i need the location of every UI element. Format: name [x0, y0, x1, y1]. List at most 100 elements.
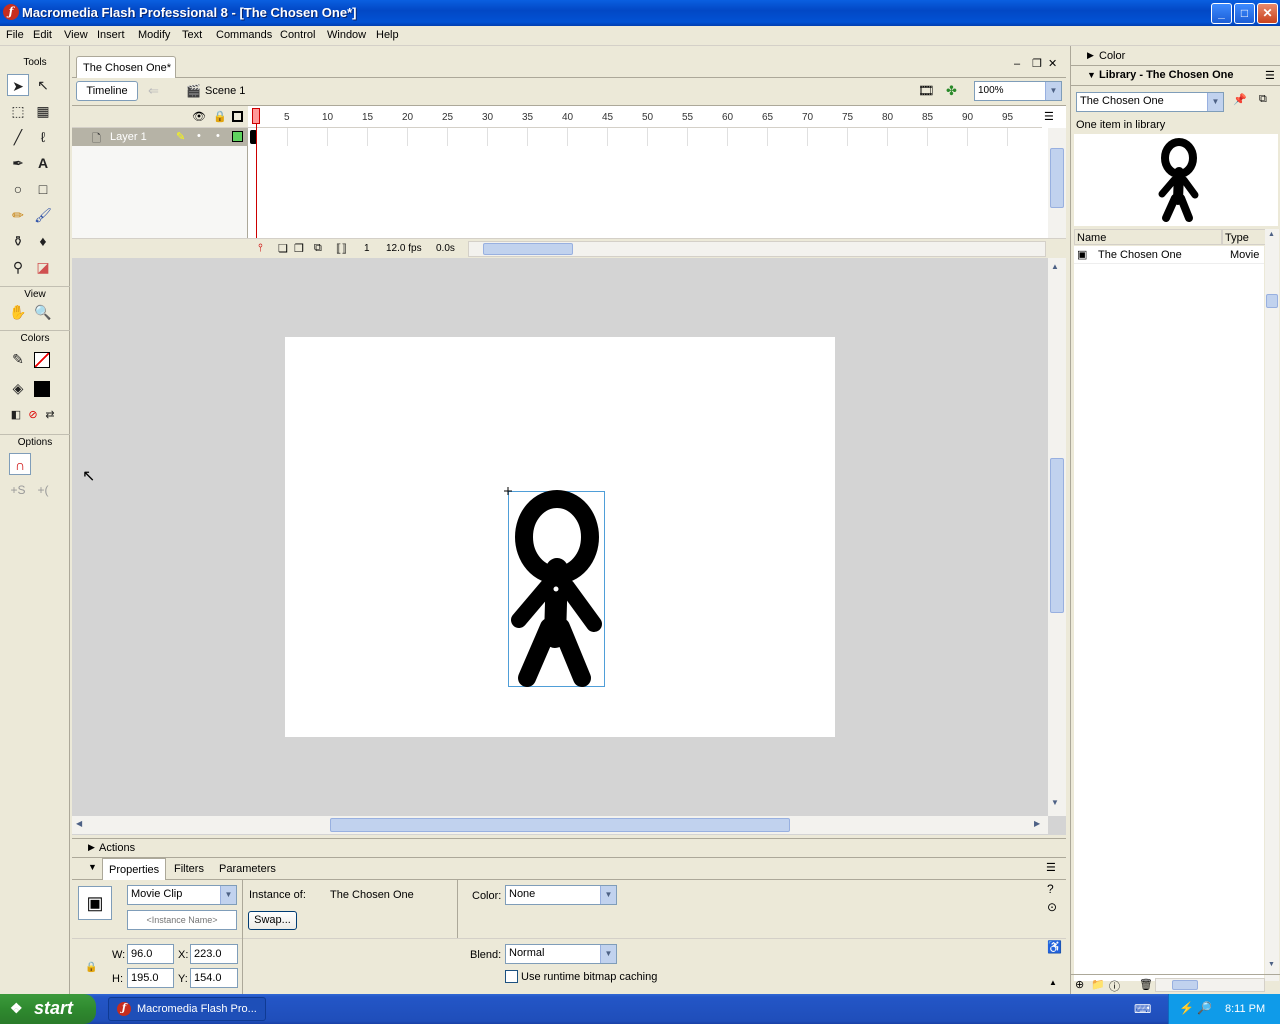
pencil-tool-icon[interactable]: ✏ [7, 204, 29, 226]
new-folder-icon[interactable]: 📁 [1091, 978, 1105, 991]
tab-properties[interactable]: Properties [102, 858, 167, 880]
keyboard-icon[interactable]: ⌨ [1134, 1002, 1151, 1016]
library-hscrollbar[interactable] [1155, 978, 1265, 992]
onion-outline-icon[interactable]: ❐ [294, 242, 304, 255]
menu-view[interactable]: View [64, 29, 88, 41]
timeline-hscrollbar[interactable] [468, 241, 1046, 257]
bitmap-caching-checkbox[interactable] [505, 970, 518, 983]
library-select-dropdown-icon[interactable]: ▼ [1207, 93, 1223, 111]
document-tab[interactable]: The Chosen One* [76, 56, 176, 78]
line-tool-icon[interactable]: ╱ [7, 126, 29, 148]
tab-filters[interactable]: Filters [174, 863, 204, 875]
rectangle-tool-icon[interactable]: □ [32, 178, 54, 200]
stroke-color-icon[interactable]: ✎ [7, 348, 29, 370]
scroll-right-icon[interactable]: ▶ [1034, 819, 1040, 828]
library-item-row[interactable]: ▣ The Chosen One Movie [1074, 246, 1264, 264]
modify-onion-markers-icon[interactable]: ⟦⟧ [336, 242, 347, 255]
y-input[interactable] [190, 968, 238, 988]
doc-restore-icon[interactable]: ❐ [1032, 57, 1042, 70]
blend-dropdown-icon[interactable]: ▼ [600, 945, 616, 963]
menu-help[interactable]: Help [376, 29, 399, 41]
outline-color-swatch[interactable] [232, 131, 243, 142]
hand-tool-icon[interactable]: ✋ [7, 301, 29, 323]
start-button[interactable]: ❖ start [0, 994, 96, 1024]
menu-file[interactable]: File [6, 29, 24, 41]
color-dropdown-icon[interactable]: ▼ [600, 886, 616, 904]
new-symbol-icon[interactable]: ⊕ [1075, 978, 1084, 991]
actions-panel-header[interactable]: ▶ Actions [72, 838, 1066, 858]
doc-minimize-icon[interactable]: – [1014, 58, 1020, 70]
frame-row[interactable] [248, 128, 1042, 146]
instance-name-input[interactable] [127, 910, 237, 930]
stage-hscroll-thumb[interactable] [330, 818, 790, 832]
visible-dot-icon[interactable]: • [197, 130, 201, 142]
eraser-tool-icon[interactable]: ◪ [32, 256, 54, 278]
stick-figure-instance[interactable] [285, 337, 835, 737]
swap-colors-icon[interactable]: ⇄ [39, 404, 61, 426]
scroll-up-icon[interactable]: ▲ [1051, 262, 1059, 271]
maximize-button[interactable]: □ [1234, 3, 1255, 24]
name-column-header[interactable]: Name [1074, 229, 1222, 245]
taskbar-flash-button[interactable]: ƒ Macromedia Flash Pro... [108, 997, 266, 1021]
menu-commands[interactable]: Commands [216, 29, 272, 41]
snap-magnet-icon[interactable]: ∩ [9, 453, 31, 475]
brush-tool-icon[interactable]: 🖌 [32, 204, 54, 226]
ink-bottle-tool-icon[interactable]: ⚱ [7, 230, 29, 252]
stage-hscrollbar[interactable]: ◀ ▶ [72, 816, 1048, 834]
onion-skin-icon[interactable]: ❏ [278, 242, 288, 255]
free-transform-tool-icon[interactable]: ⬚ [7, 100, 29, 122]
color-panel-header[interactable]: ▶ Color [1071, 46, 1280, 66]
center-frame-icon[interactable]: ⫯ [258, 242, 263, 255]
subselect-tool-icon[interactable]: ↖ [32, 74, 54, 96]
back-arrow-icon[interactable]: ⇐ [148, 83, 159, 99]
properties-icon[interactable]: ⓘ [1109, 978, 1120, 994]
timeline-vscroll-thumb[interactable] [1050, 148, 1064, 208]
edit-scene-icon[interactable]: 🎞 [918, 83, 935, 99]
collapse-arrow-icon[interactable]: ▼ [1087, 70, 1096, 80]
edit-symbol-icon[interactable]: ✤ [946, 83, 957, 99]
outline-icon[interactable] [232, 111, 243, 122]
library-document-select[interactable]: The Chosen One [1076, 92, 1224, 112]
smooth-icon[interactable]: +S [7, 479, 29, 501]
lock-aspect-icon[interactable]: 🔒 [85, 962, 97, 973]
scroll-left-icon[interactable]: ◀ [76, 819, 82, 828]
library-hscroll-thumb[interactable] [1172, 980, 1198, 990]
zoom-dropdown-icon[interactable]: ▼ [1045, 82, 1061, 100]
menu-edit[interactable]: Edit [33, 29, 52, 41]
swap-button[interactable]: Swap... [248, 911, 297, 930]
symbol-type-dropdown-icon[interactable]: ▼ [220, 886, 236, 904]
stage-vscroll-thumb[interactable] [1050, 458, 1064, 613]
stage-vscrollbar[interactable]: ▲ ▼ [1048, 258, 1066, 816]
type-column-header[interactable]: Type [1222, 229, 1266, 245]
fill-color-swatch[interactable] [34, 381, 50, 397]
scroll-down-icon[interactable]: ▼ [1268, 961, 1275, 968]
scene-label[interactable]: Scene 1 [205, 85, 245, 97]
scroll-down-icon[interactable]: ▼ [1051, 798, 1059, 807]
pen-tool-icon[interactable]: ✒ [7, 152, 29, 174]
lock-icon[interactable]: 🔒 [213, 110, 227, 123]
menu-insert[interactable]: Insert [97, 29, 125, 41]
lock-dot-icon[interactable]: • [216, 130, 220, 142]
text-tool-icon[interactable]: A [32, 152, 54, 174]
oval-tool-icon[interactable]: ○ [7, 178, 29, 200]
expand-arrow-icon[interactable]: ▶ [1087, 50, 1094, 61]
timeline-toggle-button[interactable]: Timeline [76, 81, 138, 101]
menu-window[interactable]: Window [327, 29, 366, 41]
expand-arrow-icon[interactable]: ▶ [88, 842, 95, 853]
network-icon[interactable]: ⚡ [1179, 1001, 1194, 1015]
search-tray-icon[interactable]: 🔎 [1197, 1001, 1212, 1015]
panel-collapse-icon[interactable]: ▲ [1049, 978, 1057, 987]
timeline-vscrollbar[interactable] [1048, 128, 1066, 238]
help-icon[interactable]: ? [1047, 882, 1054, 896]
menu-text[interactable]: Text [182, 29, 202, 41]
tab-parameters[interactable]: Parameters [219, 863, 276, 875]
scroll-up-icon[interactable]: ▲ [1268, 231, 1275, 238]
library-vscrollbar[interactable]: ▲ ▼ [1265, 229, 1279, 981]
lasso-tool-icon[interactable]: ℓ [32, 126, 54, 148]
frame-ruler[interactable]: 1 5 10 15 20 25 30 35 40 45 50 55 60 65 … [248, 106, 1042, 128]
pin-library-icon[interactable]: 📌 [1233, 93, 1247, 106]
library-menu-icon[interactable]: ☰ [1265, 69, 1275, 82]
straighten-icon[interactable]: +( [32, 479, 54, 501]
timeline-menu-icon[interactable]: ☰ [1044, 110, 1054, 123]
x-input[interactable] [190, 944, 238, 964]
